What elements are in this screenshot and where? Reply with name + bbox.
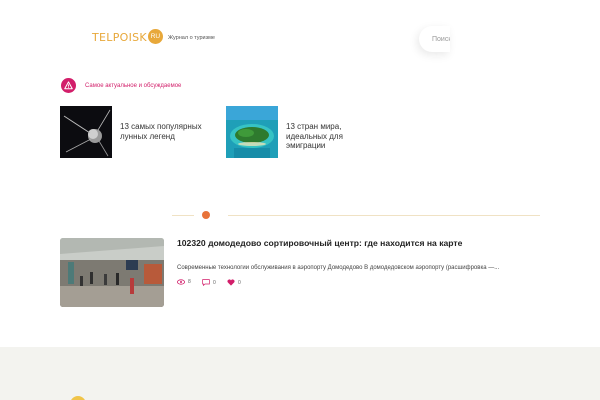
site-logo[interactable]: TELPOISK RU <box>92 29 163 44</box>
likes-value: 0 <box>238 279 241 286</box>
logo-text: TELPOISK <box>92 31 147 44</box>
article-title[interactable]: 102320 домодедово сортировочный центр: г… <box>177 238 462 248</box>
popular-card-title[interactable]: 13 самых популярных лунных легенд <box>120 122 210 141</box>
tropical-island-image[interactable] <box>226 106 278 158</box>
warning-triangle-icon <box>61 78 76 93</box>
heart-icon <box>227 279 235 286</box>
eye-icon <box>177 279 185 285</box>
likes-count[interactable]: 0 <box>227 279 241 286</box>
comments-value: 0 <box>213 279 216 286</box>
divider-left <box>172 215 194 216</box>
site-tagline: Журнал о туризме <box>168 35 215 41</box>
satellite-image[interactable] <box>60 106 112 158</box>
section-title: Самое актуальное и обсуждаемое <box>85 82 182 89</box>
logo-tld-badge: RU <box>147 29 163 44</box>
comments-count[interactable]: 0 <box>202 279 216 286</box>
views-value: 8 <box>188 279 191 285</box>
airport-hall-image[interactable] <box>60 238 164 307</box>
popular-card[interactable]: 13 стран мира, идеальных для эмиграции <box>226 106 376 158</box>
divider-dot <box>202 211 210 219</box>
search-box[interactable] <box>419 26 450 52</box>
section-heading: Самое актуальное и обсуждаемое <box>61 78 181 93</box>
search-input[interactable] <box>432 35 450 43</box>
popular-card-title[interactable]: 13 стран мира, идеальных для эмиграции <box>286 122 376 151</box>
divider-right <box>228 215 540 216</box>
footer <box>0 347 600 400</box>
popular-card[interactable]: 13 самых популярных лунных легенд <box>60 106 210 158</box>
article-excerpt: Современные технологии обслуживания в аэ… <box>177 265 500 271</box>
comment-icon <box>202 279 210 286</box>
views-count: 8 <box>177 279 191 285</box>
